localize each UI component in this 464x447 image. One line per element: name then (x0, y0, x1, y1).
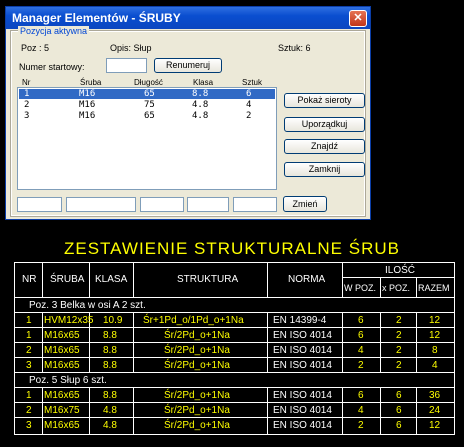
cell-sruba: M16x75 (44, 405, 80, 416)
cell-klasa: 8.8 (103, 330, 117, 341)
cell-struktura: Śr/2Pd_o+1Na (164, 420, 230, 431)
cell-nr: 1 (26, 390, 32, 401)
group-label: Poz. 3 Belka w osi A 2 szt. (29, 300, 146, 311)
cell-nr: 1 (26, 330, 32, 341)
cell-sruba: M16x65 (44, 360, 80, 371)
cell-razem: 24 (429, 405, 441, 416)
cell-w-poz: 2 (358, 360, 364, 371)
cell-w-poz: 6 (358, 330, 364, 341)
cell-w-poz: 6 (358, 390, 364, 401)
cell-struktura: Śr+1Pd_o/1Pd_o+1Na (143, 315, 244, 326)
cell-razem: 12 (429, 420, 441, 431)
cell-struktura: Śr/2Pd_o+1Na (164, 405, 230, 416)
cell-sruba: HVM12x35 (44, 315, 94, 326)
cell-razem: 12 (429, 315, 441, 326)
col-header-klasa: KLASA (95, 274, 128, 285)
cell-x-poz: 2 (396, 345, 402, 356)
cell-klasa: 4.8 (103, 405, 117, 416)
cell-razem: 36 (429, 390, 441, 401)
cell-x-poz: 6 (396, 390, 402, 401)
cell-sruba: M16x65 (44, 390, 80, 401)
cell-x-poz: 6 (396, 420, 402, 431)
cell-struktura: Śr/2Pd_o+1Na (164, 390, 230, 401)
cell-sruba: M16x65 (44, 420, 80, 431)
cell-struktura: Śr/2Pd_o+1Na (164, 360, 230, 371)
cell-norma: EN 14399-4 (273, 315, 327, 326)
cell-w-poz: 6 (358, 315, 364, 326)
cell-w-poz: 2 (358, 420, 364, 431)
cell-klasa: 8.8 (103, 345, 117, 356)
cell-norma: EN ISO 4014 (273, 390, 332, 401)
cell-struktura: Śr/2Pd_o+1Na (164, 330, 230, 341)
cell-x-poz: 2 (396, 330, 402, 341)
cell-x-poz: 2 (396, 360, 402, 371)
cell-klasa: 8.8 (103, 390, 117, 401)
col-header-ilosc: ILOŚĆ (385, 265, 416, 276)
cell-norma: EN ISO 4014 (273, 330, 332, 341)
cell-nr: 3 (26, 420, 32, 431)
cell-x-poz: 2 (396, 315, 402, 326)
cell-nr: 2 (26, 405, 32, 416)
cell-x-poz: 6 (396, 405, 402, 416)
col-header-w-poz: W POZ. (344, 283, 376, 293)
col-header-nr: NR (22, 274, 37, 285)
cell-w-poz: 4 (358, 405, 364, 416)
cell-norma: EN ISO 4014 (273, 360, 332, 371)
col-header-x-poz: x POZ. (382, 283, 411, 293)
cell-norma: EN ISO 4014 (273, 420, 332, 431)
cell-nr: 2 (26, 345, 32, 356)
col-header-sruba: ŚRUBA (50, 274, 85, 285)
cell-norma: EN ISO 4014 (273, 405, 332, 416)
cell-nr: 3 (26, 360, 32, 371)
cell-klasa: 8.8 (103, 360, 117, 371)
cell-sruba: M16x65 (44, 345, 80, 356)
group-label: Poz. 5 Słup 6 szt. (29, 375, 107, 386)
col-header-razem: RAZEM (418, 283, 450, 293)
col-header-norma: NORMA (288, 274, 326, 285)
cell-razem: 4 (432, 360, 438, 371)
cell-norma: EN ISO 4014 (273, 345, 332, 356)
cell-nr: 1 (26, 315, 32, 326)
cell-struktura: Śr/2Pd_o+1Na (164, 345, 230, 356)
cell-sruba: M16x65 (44, 330, 80, 341)
cell-w-poz: 4 (358, 345, 364, 356)
cell-klasa: 10.9 (103, 315, 123, 326)
cell-razem: 8 (432, 345, 438, 356)
cell-razem: 12 (429, 330, 441, 341)
col-header-struktura: STRUKTURA (177, 274, 239, 285)
cell-klasa: 4.8 (103, 420, 117, 431)
